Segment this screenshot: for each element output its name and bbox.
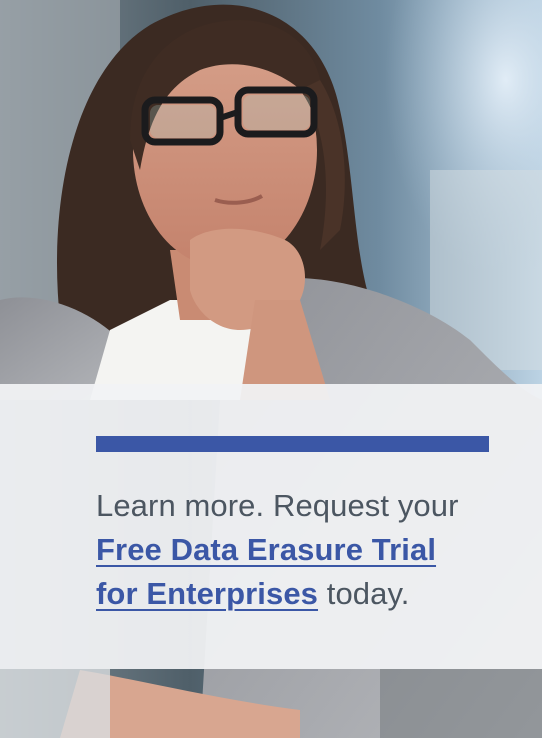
cta-lead-line: Learn more. Request your — [96, 488, 459, 523]
cta-link-line-2: for Enterprises today. — [96, 572, 516, 616]
free-trial-link[interactable]: Free Data Erasure Trial — [96, 532, 436, 567]
cta-message: Learn more. Request your Free Data Erasu… — [96, 484, 516, 616]
free-trial-link-continued[interactable]: for Enterprises — [96, 576, 318, 611]
cta-tail-text: today. — [318, 576, 410, 611]
cta-link-line-1: Free Data Erasure Trial — [96, 528, 516, 572]
accent-bar — [96, 436, 489, 452]
